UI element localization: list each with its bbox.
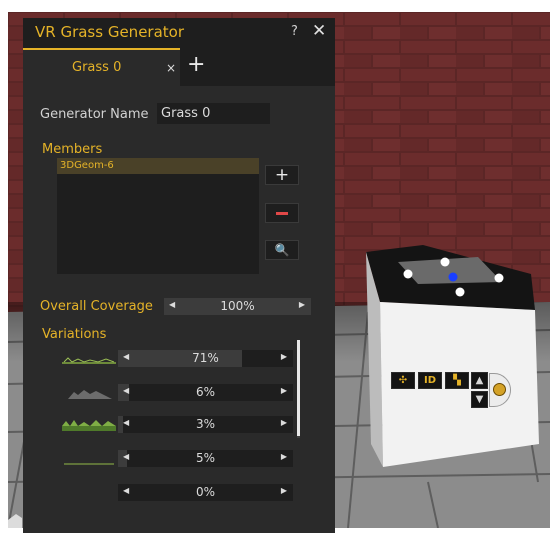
increment-arrow-icon[interactable]: ▶ [281,452,287,461]
variation-row: ◀ 6% ▶ [60,382,300,404]
variations-scrollbar-thumb[interactable] [297,340,300,436]
grass-thumbnail-icon [62,357,116,364]
up-arrow-icon[interactable]: ▲ [471,372,488,389]
slider-value: 0% [195,485,216,499]
list-item[interactable]: 3DGeom-6 [57,158,259,174]
window-title: VR Grass Generator [35,23,185,41]
scale-icon[interactable]: ▚ [445,372,469,389]
tab-label: Grass 0 [72,60,122,75]
search-member-button[interactable]: 🔍 [265,240,299,260]
title-bar[interactable]: VR Grass Generator ? ✕ [23,18,335,48]
variation-row: ◀ 3% ▶ [60,414,300,436]
search-icon: 🔍 [274,243,290,257]
tab-bar: Grass 0 × + [23,48,335,86]
variation-slider[interactable]: ◀ 3% ▶ [118,416,293,433]
rotation-ring-handle[interactable] [489,373,511,407]
close-button[interactable]: ✕ [312,21,326,41]
grass-generator-panel: VR Grass Generator ? ✕ Grass 0 × + Gener… [23,18,335,533]
variation-slider[interactable]: ◀ 5% ▶ [118,450,293,467]
slider-value: 5% [195,451,216,465]
slider-value: 71% [192,351,219,365]
generator-name-input[interactable] [157,103,270,124]
increment-arrow-icon[interactable]: ▶ [281,352,287,361]
variation-slider[interactable]: ◀ 0% ▶ [118,484,293,501]
remove-member-button[interactable] [265,203,299,223]
transform-gizmo: ✣ ID ▚ ▲ ▼ [391,360,511,416]
increment-arrow-icon[interactable]: ▶ [281,418,287,427]
ring-knob-icon[interactable] [493,383,506,396]
rotate-icon[interactable]: ID [418,372,442,389]
increment-arrow-icon[interactable]: ▶ [281,386,287,395]
add-member-button[interactable]: + [265,165,299,185]
variation-row: ◀ 5% ▶ [60,448,300,470]
slider-value: 6% [195,385,216,399]
overall-coverage-slider[interactable]: ◀ 100% ▶ [164,298,311,315]
tab-grass-0[interactable]: Grass 0 × [23,48,180,86]
help-button[interactable]: ? [291,24,298,39]
grass-thumbnail-icon [68,390,112,399]
add-tab-button[interactable]: + [187,52,205,77]
tab-close-button[interactable]: × [166,61,176,75]
slider-value: 100% [220,299,255,313]
grass-thumbnail-icon [64,463,114,465]
variation-row: ◀ 71% ▶ [60,348,300,370]
cube-object [366,245,539,467]
slider-value: 3% [195,417,216,431]
move-icon[interactable]: ✣ [391,372,415,389]
increment-arrow-icon[interactable]: ▶ [299,300,305,309]
members-list[interactable]: 3DGeom-6 [57,158,259,274]
members-label: Members [42,142,103,157]
grass-thumbnail-icon [62,420,116,431]
generator-name-label: Generator Name [40,107,149,122]
variations-label: Variations [42,327,107,342]
increment-arrow-icon[interactable]: ▶ [281,486,287,495]
down-arrow-icon[interactable]: ▼ [471,391,488,408]
overall-coverage-label: Overall Coverage [40,299,153,314]
variation-slider[interactable]: ◀ 6% ▶ [118,384,293,401]
variation-slider[interactable]: ◀ 71% ▶ [118,350,293,367]
variation-row: ◀ 0% ▶ [60,482,300,504]
